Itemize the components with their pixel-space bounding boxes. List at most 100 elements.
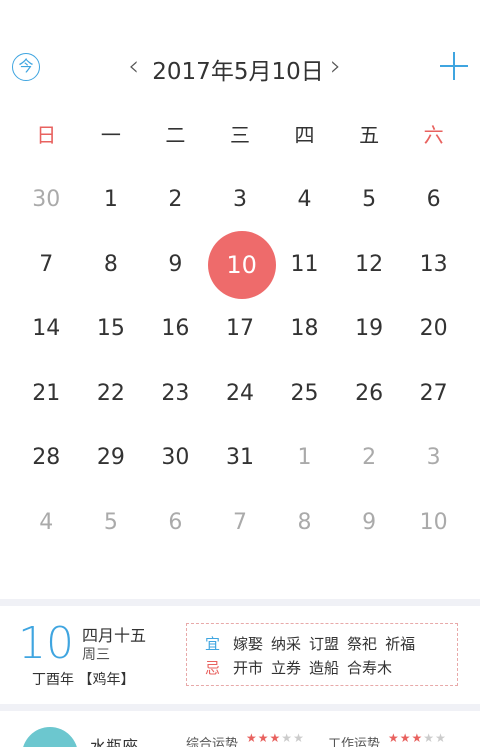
ji-item: 开市: [233, 659, 264, 677]
calendar-day[interactable]: 4: [14, 503, 79, 543]
info-day-number: 10: [18, 618, 74, 669]
calendar-day[interactable]: 23: [143, 374, 208, 414]
calendar-day[interactable]: 18: [272, 309, 337, 349]
calendar-day[interactable]: 2: [337, 438, 402, 478]
calendar-day[interactable]: 9: [337, 503, 402, 543]
star-icon: ★: [399, 731, 412, 745]
yi-item: 纳采: [271, 635, 302, 653]
weekday-label: 五: [359, 123, 380, 147]
star-icon: ★: [293, 731, 305, 745]
calendar-day[interactable]: 1: [79, 180, 144, 220]
star-icon: ★: [435, 731, 447, 745]
day-info-card: 10 四月十五 周三 丁酉年 【鸡年】 宜 嫁娶 纳采 订盟 祭祀 祈福 忌 开…: [0, 606, 480, 704]
lunar-date: 四月十五: [82, 626, 147, 645]
calendar-day[interactable]: 7: [14, 245, 79, 285]
star-icon: ★: [269, 731, 282, 745]
calendar-day[interactable]: 10: [401, 503, 466, 543]
work-fortune-label: 工作运势: [328, 737, 381, 747]
star-icon: ★: [411, 731, 424, 745]
calendar-day[interactable]: 12: [337, 245, 402, 285]
calendar-day[interactable]: 31: [208, 438, 273, 478]
calendar-day[interactable]: 1: [272, 438, 337, 478]
calendar-day[interactable]: 5: [337, 180, 402, 220]
today-button[interactable]: 今: [12, 53, 40, 81]
almanac-box[interactable]: 宜 嫁娶 纳采 订盟 祭祀 祈福 忌 开市 立券 造船 合寿木: [186, 623, 458, 686]
calendar-day[interactable]: 3: [208, 180, 273, 220]
prev-date-chevron-icon[interactable]: ‹: [128, 50, 139, 82]
calendar-day[interactable]: 26: [337, 374, 402, 414]
almanac-yi-row: 宜 嫁娶 纳采 订盟 祭祀 祈福: [205, 633, 415, 654]
calendar-day[interactable]: 11: [272, 245, 337, 285]
calendar-day[interactable]: 2: [143, 180, 208, 220]
calendar-day[interactable]: 5: [79, 503, 144, 543]
horoscope-card[interactable]: 水瓶座 综合运势 ★★★★★ 工作运势 ★★★★★: [0, 711, 480, 747]
weekday-label: 四: [294, 123, 315, 147]
calendar-week-row: 4 5 6 7 8 9 10: [14, 503, 466, 543]
calendar-day[interactable]: 30: [143, 438, 208, 478]
calendar-day[interactable]: 3: [401, 438, 466, 478]
overall-fortune-stars: ★★★★★: [246, 731, 305, 745]
star-icon: ★: [423, 731, 436, 745]
calendar-day[interactable]: 6: [401, 180, 466, 220]
calendar-day-selected[interactable]: 10: [207, 231, 276, 299]
calendar-day[interactable]: 22: [79, 374, 144, 414]
calendar-day[interactable]: 25: [272, 374, 337, 414]
weekday-header: 日 一 二 三 四 五 六: [14, 120, 466, 150]
info-weekday: 周三: [82, 647, 110, 663]
star-icon: ★: [257, 731, 270, 745]
calendar-day[interactable]: 29: [79, 438, 144, 478]
calendar-day[interactable]: 28: [14, 438, 79, 478]
calendar-day[interactable]: 14: [14, 309, 79, 349]
ganzhi-year: 丁酉年 【鸡年】: [32, 672, 135, 688]
weekday-label: 三: [229, 123, 250, 147]
work-fortune-stars: ★★★★★: [388, 731, 447, 745]
calendar-day[interactable]: 19: [337, 309, 402, 349]
yi-item: 祈福: [385, 635, 416, 653]
calendar-day[interactable]: 21: [14, 374, 79, 414]
calendar-day[interactable]: 4: [272, 180, 337, 220]
star-icon: ★: [281, 731, 294, 745]
date-title[interactable]: 2017年5月10日: [152, 52, 324, 86]
star-icon: ★: [246, 731, 258, 745]
weekday-label: 六: [423, 123, 444, 147]
month-calendar: 日 一 二 三 四 五 六 30 1 2 3 4 5 6 7 8 9 10 11…: [0, 102, 480, 599]
ji-item: 立券: [271, 659, 302, 677]
calendar-week-row: 14 15 16 17 18 19 20: [14, 309, 466, 349]
calendar-week-row: 7 8 9 10 11 12 13: [14, 231, 466, 299]
ji-label: 忌: [205, 659, 221, 677]
weekday-label: 一: [100, 123, 121, 147]
calendar-day[interactable]: 27: [401, 374, 466, 414]
calendar-day[interactable]: 20: [401, 309, 466, 349]
zodiac-avatar: [22, 727, 78, 747]
weekday-label: 二: [165, 123, 186, 147]
calendar-day[interactable]: 6: [143, 503, 208, 543]
calendar-week-row: 21 22 23 24 25 26 27: [14, 374, 466, 414]
calendar-day[interactable]: 13: [401, 245, 466, 285]
calendar-day[interactable]: 16: [143, 309, 208, 349]
overall-fortune-label: 综合运势: [186, 737, 239, 747]
weekday-label: 日: [36, 123, 57, 147]
zodiac-sign: 水瓶座: [90, 737, 139, 747]
next-date-chevron-icon[interactable]: ›: [330, 50, 341, 82]
selected-day-number: 10: [207, 231, 276, 299]
almanac-ji-row: 忌 开市 立券 造船 合寿木: [205, 657, 392, 678]
header-bar: 今 ‹ 2017年5月10日 ›: [0, 0, 480, 102]
calendar-day[interactable]: 8: [272, 503, 337, 543]
calendar-day[interactable]: 24: [208, 374, 273, 414]
add-plus-icon[interactable]: [438, 48, 472, 84]
calendar-week-row: 30 1 2 3 4 5 6: [14, 180, 466, 220]
ji-item: 合寿木: [347, 659, 393, 677]
calendar-day[interactable]: 17: [208, 309, 273, 349]
calendar-day[interactable]: 8: [79, 245, 144, 285]
calendar-day[interactable]: 15: [79, 309, 144, 349]
calendar-week-row: 28 29 30 31 1 2 3: [14, 438, 466, 478]
calendar-day[interactable]: 30: [14, 180, 79, 220]
ji-item: 造船: [309, 659, 340, 677]
star-icon: ★: [388, 731, 400, 745]
yi-item: 祭祀: [347, 635, 378, 653]
yi-item: 订盟: [309, 635, 340, 653]
calendar-day[interactable]: 9: [143, 245, 208, 285]
calendar-day[interactable]: 7: [208, 503, 273, 543]
yi-label: 宜: [205, 635, 221, 653]
yi-item: 嫁娶: [233, 635, 264, 653]
